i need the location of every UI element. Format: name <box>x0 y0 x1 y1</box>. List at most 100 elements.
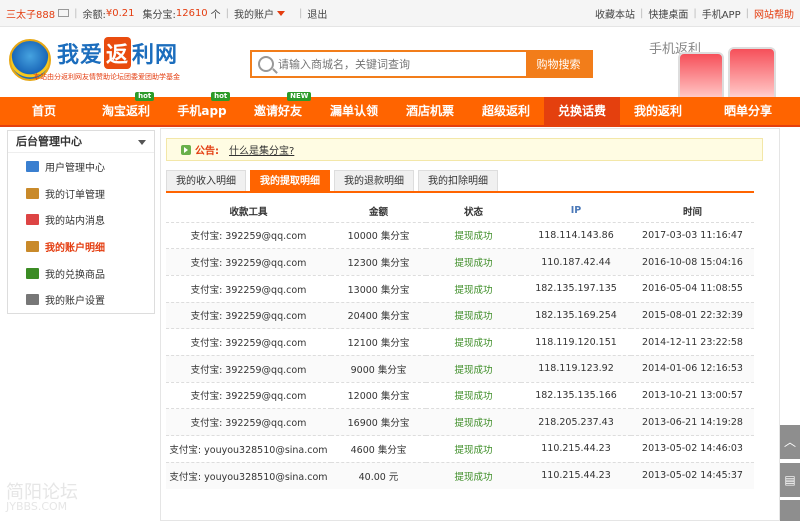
nav-item-1[interactable]: 淘宝返利 hot <box>88 92 164 125</box>
nav-item-3[interactable]: 邀请好友 NEW <box>240 92 316 125</box>
cell-time: 2013-05-02 14:46:03 <box>631 435 754 463</box>
logout-link[interactable]: 退出 <box>307 6 327 21</box>
chevron-down-icon[interactable] <box>138 140 146 145</box>
cell-status: 提现成功 <box>426 301 521 329</box>
cell-tool: 支付宝: 392259@qq.com <box>166 221 331 249</box>
table-row: 支付宝: 392259@qq.com 9000 集分宝 提现成功 118.119.12… <box>166 354 754 383</box>
sidebar-item-3[interactable]: 我的账户明细 <box>8 233 154 260</box>
cell-status: 提现成功 <box>426 274 521 303</box>
nav-item-5[interactable]: 酒店机票 <box>392 97 468 125</box>
sidebar-item-4[interactable]: 我的兑换商品 <box>8 260 154 287</box>
feedback-button[interactable]: ▤ <box>780 463 800 497</box>
table-row: 支付宝: 392259@qq.com 12300 集分宝 提现成功 110.187.4… <box>166 248 754 276</box>
notice-bar: 公告: 什么是集分宝? <box>166 138 763 161</box>
bookmark-link[interactable]: 收藏本站 <box>595 6 635 21</box>
nav-badge: hot <box>135 92 155 101</box>
desktop-link[interactable]: 快捷桌面 <box>648 6 688 21</box>
nav-badge: NEW <box>287 92 312 101</box>
sidebar-item-label: 我的订单管理 <box>45 189 105 201</box>
nav-item-label: 淘宝返利 <box>101 104 150 118</box>
nav-item-label: 首页 <box>31 104 56 118</box>
top-bar: 三太子888 | 余额: ¥0.21 集分宝: 12610 个 | 我的账户 |… <box>0 0 800 27</box>
detail-tabs: 我的收入明细 我的提取明细 我的退款明细 我的扣除明细 <box>166 170 754 193</box>
sidebar-item-5[interactable]: 我的账户设置 <box>8 286 154 313</box>
cell-status: 提现成功 <box>426 328 521 356</box>
nav-item-7[interactable]: 兑换话费 <box>544 97 620 125</box>
sidebar-item-0[interactable]: 用户管理中心 <box>8 153 154 180</box>
cell-time: 2013-10-21 13:00:57 <box>631 381 754 409</box>
sidebar-item-1[interactable]: 我的订单管理 <box>8 180 154 207</box>
username-link[interactable]: 三太子888 <box>6 6 55 21</box>
cell-amount: 13000 集分宝 <box>331 274 426 303</box>
mail-icon[interactable] <box>58 9 70 17</box>
sidebar-item-2[interactable]: 我的站内消息 <box>8 206 154 233</box>
help-link[interactable]: 网站帮助 <box>754 6 794 21</box>
nav-item-label: 邀请好友 <box>253 104 302 118</box>
cell-status: 提现成功 <box>426 221 521 249</box>
nav-item-label: 漏单认领 <box>329 104 378 118</box>
sidebar-title[interactable]: 后台管理中心 <box>8 131 154 153</box>
site-header: 我爱返利网 本站由分返利网友情赞助论坛团委爱团助学基金 购物搜索 手机返利 <box>0 27 800 112</box>
nav-item-6[interactable]: 超级返利 <box>468 97 544 125</box>
cell-ip: 110.215.44.23 <box>521 461 631 489</box>
search-icon <box>258 56 274 72</box>
nav-item-0[interactable]: 首页 <box>0 97 88 125</box>
cell-time: 2014-01-06 12:16:53 <box>631 354 754 383</box>
col-header-tool: 收款工具 <box>229 206 268 218</box>
wallet-icon <box>26 240 39 252</box>
more-button[interactable] <box>780 500 800 521</box>
cell-tool: 支付宝: 392259@qq.com <box>166 328 331 356</box>
search-input[interactable] <box>278 52 526 76</box>
chat-icon: ▤ <box>784 473 796 487</box>
message-icon <box>26 214 39 226</box>
cell-amount: 16900 集分宝 <box>331 408 426 436</box>
tab-2[interactable]: 我的退款明细 <box>334 170 414 191</box>
nav-badge: hot <box>211 92 231 101</box>
cell-time: 2016-10-08 15:04:16 <box>631 248 754 276</box>
app-promo-banner[interactable]: 手机返利 <box>620 35 792 112</box>
search-bar: 购物搜索 <box>250 50 593 78</box>
cell-ip: 118.114.143.86 <box>521 221 631 249</box>
cell-tool: 支付宝: 392259@qq.com <box>166 274 331 303</box>
nav-item-label: 晒单分享 <box>723 104 772 118</box>
tab-1[interactable]: 我的提取明细 <box>250 170 330 191</box>
nav-item-4[interactable]: 漏单认领 <box>316 97 392 125</box>
cell-ip: 118.119.123.92 <box>521 354 631 383</box>
cell-time: 2015-08-01 22:32:39 <box>631 301 754 329</box>
cell-ip: 110.187.42.44 <box>521 248 631 276</box>
cell-status: 提现成功 <box>426 248 521 276</box>
sidebar: 后台管理中心 用户管理中心我的订单管理我的站内消息 我的账户明细 我的兑换商品 我的账… <box>7 130 155 314</box>
table-row: 支付宝: 392259@qq.com 13000 集分宝 提现成功 182.135.1… <box>166 274 754 303</box>
nav-item-8[interactable]: 我的返利 <box>620 97 696 125</box>
my-account-menu[interactable]: 我的账户 <box>234 6 274 21</box>
cell-tool: 支付宝: 392259@qq.com <box>166 301 331 329</box>
table-row: 支付宝: youyou328510@sina.com 4600 集分宝 提现成功 11… <box>166 435 754 463</box>
chevron-down-icon[interactable] <box>277 10 286 16</box>
cell-amount: 4600 集分宝 <box>331 435 426 463</box>
cell-time: 2016-05-04 11:08:55 <box>631 274 754 303</box>
cell-time: 2013-06-21 14:19:28 <box>631 408 754 436</box>
cell-tool: 支付宝: youyou328510@sina.com <box>166 461 331 489</box>
cell-time: 2017-03-03 11:16:47 <box>631 221 754 249</box>
cell-amount: 9000 集分宝 <box>331 354 426 383</box>
cell-amount: 12300 集分宝 <box>331 248 426 276</box>
tab-0[interactable]: 我的收入明细 <box>166 170 246 191</box>
cell-status: 提现成功 <box>426 408 521 436</box>
scroll-top-button[interactable]: ︿ <box>780 425 800 459</box>
site-logo[interactable]: 我爱返利网 <box>57 37 178 69</box>
cell-status: 提现成功 <box>426 381 521 409</box>
table-row: 支付宝: 392259@qq.com 16900 集分宝 提现成功 218.205.2… <box>166 408 754 436</box>
cell-amount: 10000 集分宝 <box>331 221 426 249</box>
tab-3[interactable]: 我的扣除明细 <box>418 170 498 191</box>
nav-item-9[interactable]: 晒单分享 <box>696 97 800 125</box>
cell-tool: 支付宝: 392259@qq.com <box>166 248 331 276</box>
table-header-row: 收款工具 金额 状态 IP 时间 <box>166 200 754 222</box>
cell-time: 2014-12-11 23:22:58 <box>631 328 754 356</box>
search-button[interactable]: 购物搜索 <box>526 52 591 76</box>
cell-tool: 支付宝: 392259@qq.com <box>166 381 331 409</box>
speaker-icon <box>181 144 191 155</box>
notice-link[interactable]: 什么是集分宝? <box>229 142 294 157</box>
nav-item-2[interactable]: 手机app hot <box>164 92 240 125</box>
app-link[interactable]: 手机APP <box>702 6 741 21</box>
nav-item-label: 兑换话费 <box>557 104 606 118</box>
